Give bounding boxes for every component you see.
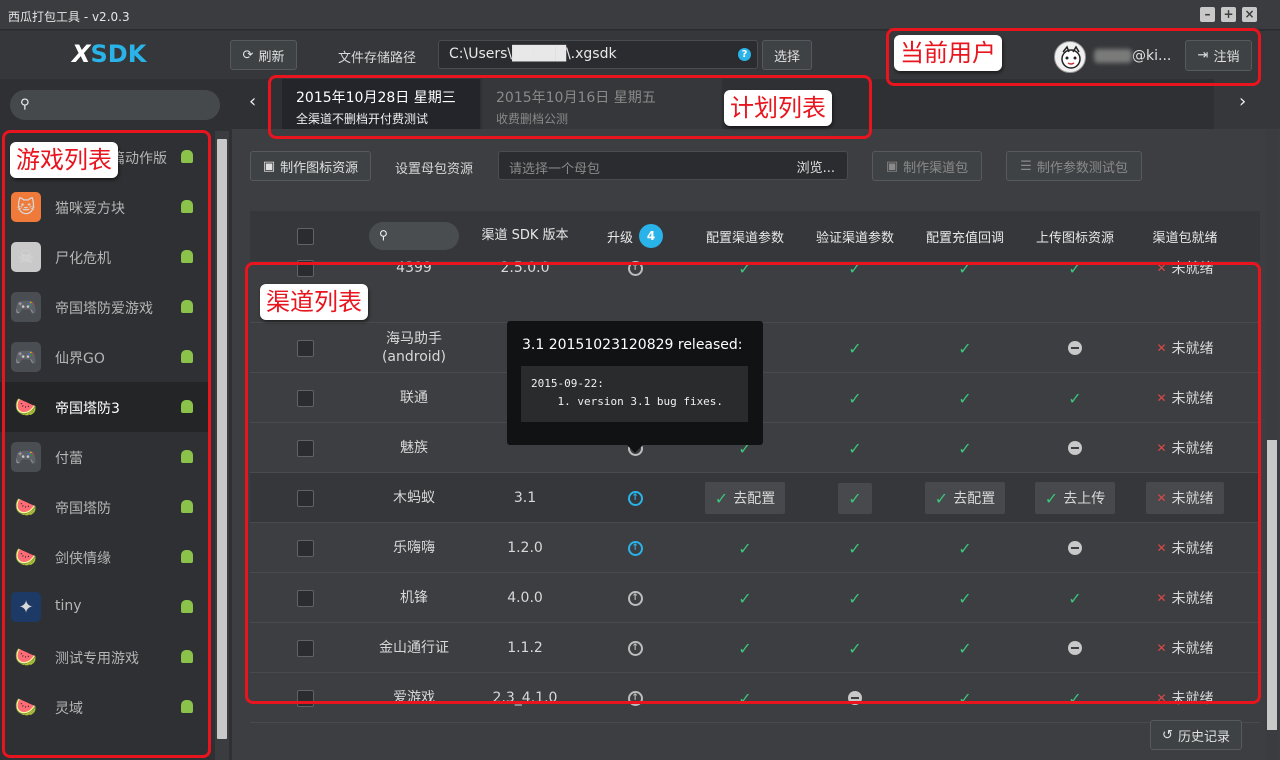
annotation-box-games [2,130,211,758]
list-icon: ☰ [1020,158,1032,174]
package-icon: ▣ [262,158,276,174]
xgsdk-logo: XSDK [72,40,147,68]
plan-next[interactable]: › [1214,79,1280,129]
make-channel-button[interactable]: ▣ 制作渠道包 [872,151,982,181]
path-label: 文件存储路径 [338,51,417,66]
browse-button[interactable]: 浏览... [797,157,835,176]
search-icon: ⚲ [379,228,388,242]
main-scrollbar[interactable] [1265,130,1279,760]
choose-path-button[interactable]: 选择 [762,40,812,70]
annotation-game-list: 游戏列表 [10,142,118,178]
annotation-channel-list: 渠道列表 [260,284,368,320]
make-icon-button[interactable]: ▣ 制作图标资源 [250,151,371,181]
window-title: 西瓜打包工具 - v2.0.3 [8,10,130,24]
chevron-left-icon[interactable]: ‹ [249,91,256,112]
close-icon[interactable]: × [1242,7,1257,22]
select-all-checkbox[interactable] [296,227,314,245]
title-bar: 西瓜打包工具 - v2.0.3 – + × [0,0,1280,30]
package-icon: ▣ [885,158,899,174]
maximize-icon[interactable]: + [1221,7,1236,22]
game-search-input[interactable]: ⚲ [10,90,220,120]
sidebar-scrollbar[interactable] [215,131,229,760]
make-test-button[interactable]: ☰ 制作参数测试包 [1006,151,1142,181]
history-button[interactable]: ↺ 历史记录 [1150,720,1242,750]
history-icon: ↺ [1162,727,1173,743]
annotation-box-channels [245,262,1261,704]
annotation-plan-list: 计划列表 [724,90,832,126]
set-parent-label: 设置母包资源 [395,162,474,177]
chevron-right-icon[interactable]: › [1239,91,1246,112]
minimize-icon[interactable]: – [1200,7,1215,22]
parent-package-input[interactable]: 请选择一个母包 浏览... [498,151,848,180]
path-input[interactable]: C:\Users\█████\.xgsdk ? [438,40,758,69]
help-icon[interactable]: ? [738,48,751,61]
refresh-button[interactable]: ⟳ 刷新 [230,40,297,70]
refresh-icon: ⟳ [242,47,254,63]
annotation-current-user: 当前用户 [894,35,1002,71]
search-icon: ⚲ [20,97,30,112]
